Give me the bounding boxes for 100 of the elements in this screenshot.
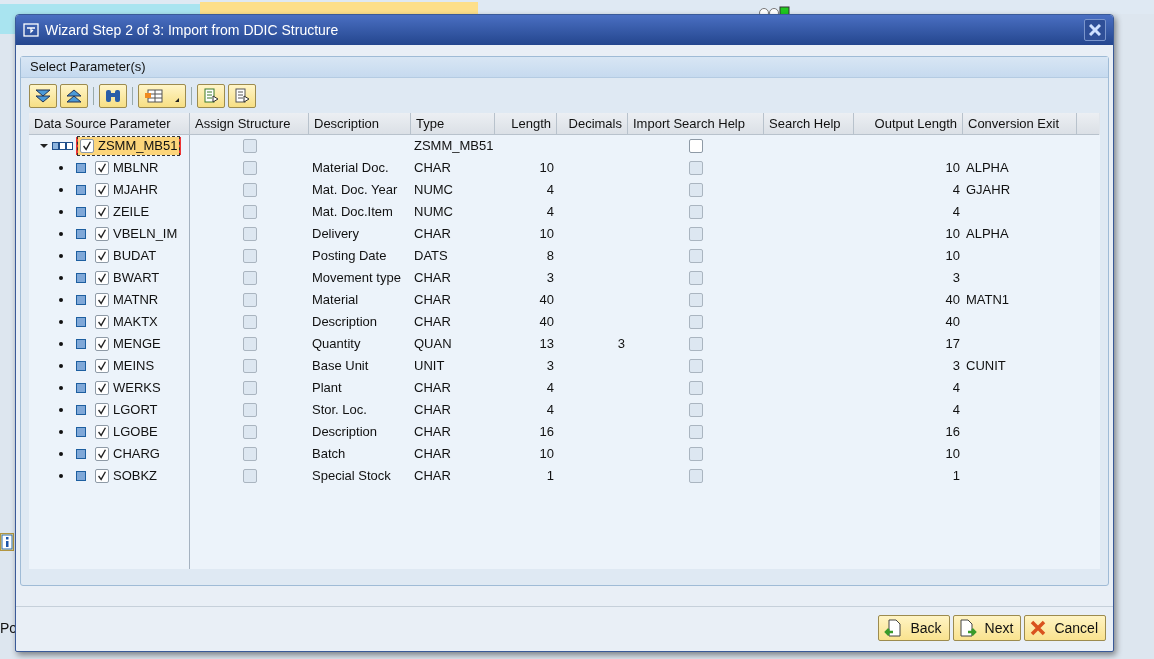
bullet-icon	[59, 342, 63, 346]
tree-node[interactable]: LGORT	[93, 401, 160, 419]
tree-node[interactable]: MENGE	[93, 335, 163, 353]
column-header[interactable]: Import Search Help	[628, 113, 764, 135]
tree-node[interactable]: ZSMM_MB51	[78, 137, 180, 155]
table-cell-text: 40	[538, 291, 555, 309]
layout-menu-button[interactable]	[138, 84, 186, 108]
document-arrow-button[interactable]	[197, 84, 225, 108]
table-cell-text: 3	[951, 357, 961, 375]
table-cell-text: QUAN	[413, 335, 453, 353]
document-right-arrow-icon	[958, 619, 977, 637]
back-button[interactable]: Back	[878, 615, 950, 641]
table-cell-text: CHAR	[413, 269, 452, 287]
table-cell-text: Description	[311, 313, 379, 331]
tree-node[interactable]: MJAHR	[93, 181, 160, 199]
table-cell-text: 4	[951, 401, 961, 419]
column-header[interactable]: Description	[309, 113, 411, 135]
checkbox[interactable]	[80, 139, 94, 153]
tree-node[interactable]: MBLNR	[93, 159, 161, 177]
tree-node[interactable]: ZEILE	[93, 203, 152, 221]
next-button[interactable]: Next	[952, 615, 1022, 641]
field-icon	[76, 361, 86, 371]
bullet-icon	[59, 188, 63, 192]
checkbox[interactable]	[95, 183, 109, 197]
table-cell-text: 10	[538, 445, 555, 463]
document-arrow-icon	[233, 88, 251, 104]
tree-node[interactable]: BWART	[93, 269, 162, 287]
table-cell-text: Mat. Doc.Item	[311, 203, 394, 221]
close-button[interactable]	[1084, 19, 1106, 41]
table-cell-text: GJAHR	[965, 181, 1012, 199]
table-cell-text: CHAR	[413, 159, 452, 177]
expand-all-button[interactable]	[29, 84, 57, 108]
table-cell-text: DATS	[413, 247, 449, 265]
checkbox[interactable]	[95, 205, 109, 219]
table-cell-text: Material Doc.	[311, 159, 390, 177]
find-button[interactable]	[99, 84, 127, 108]
tree-node[interactable]: VBELN_IM	[93, 225, 180, 243]
table-cell-text: CHAR	[413, 467, 452, 485]
checkbox[interactable]	[95, 315, 109, 329]
column-header[interactable]: Length	[495, 113, 557, 135]
tree-node[interactable]: LGOBE	[93, 423, 160, 441]
column-header	[1077, 113, 1099, 135]
checkbox[interactable]	[95, 293, 109, 307]
document-arrow-button[interactable]	[228, 84, 256, 108]
collapse-all-button[interactable]	[60, 84, 88, 108]
checkbox[interactable]	[95, 381, 109, 395]
table-cell-text: ZSMM_MB51	[413, 137, 495, 155]
checkbox[interactable]	[95, 161, 109, 175]
tree-node[interactable]: CHARG	[93, 445, 162, 463]
table-cell-text: 40	[944, 291, 961, 309]
table-cell-text: 3	[545, 357, 555, 375]
table-cell-text: Plant	[311, 379, 343, 397]
tree-node[interactable]: MATNR	[93, 291, 161, 309]
checkbox[interactable]	[95, 337, 109, 351]
tree-node[interactable]: MAKTX	[93, 313, 160, 331]
table-cell-text: Delivery	[311, 225, 360, 243]
checkbox[interactable]	[95, 447, 109, 461]
bullet-icon	[59, 254, 63, 258]
checkbox[interactable]	[95, 425, 109, 439]
tree-node[interactable]: SOBKZ	[93, 467, 160, 485]
close-icon	[1089, 24, 1101, 36]
table-cell-text: Mat. Doc. Year	[311, 181, 399, 199]
table-cell-text: CHAR	[413, 379, 452, 397]
checkbox[interactable]	[689, 139, 703, 153]
bullet-icon	[59, 474, 63, 478]
checkbox[interactable]	[95, 403, 109, 417]
table-cell-text: 4	[545, 379, 555, 397]
tree-node[interactable]: WERKS	[93, 379, 163, 397]
field-icon	[76, 185, 86, 195]
checkbox[interactable]	[95, 359, 109, 373]
table-cell-text: 4	[545, 181, 555, 199]
field-icon	[76, 427, 86, 437]
table-cell-text: UNIT	[413, 357, 446, 375]
column-header[interactable]: Type	[411, 113, 495, 135]
column-header[interactable]: Search Help	[764, 113, 854, 135]
checkbox[interactable]	[95, 249, 109, 263]
checkbox[interactable]	[95, 271, 109, 285]
field-icon	[76, 207, 86, 217]
checkbox[interactable]	[95, 469, 109, 483]
group-title: Select Parameter(s)	[21, 57, 1108, 78]
window-title: Wizard Step 2 of 3: Import from DDIC Structure	[45, 22, 340, 38]
column-header[interactable]: Assign Structure	[190, 113, 309, 135]
cancel-button[interactable]: Cancel	[1024, 615, 1106, 641]
field-icon	[76, 295, 86, 305]
collapse-arrow-icon[interactable]	[40, 142, 48, 150]
column-header[interactable]: Output Length	[854, 113, 963, 135]
column-header[interactable]: Data Source Parameter	[29, 113, 190, 135]
table-cell-text: 1	[545, 467, 555, 485]
field-icon	[76, 163, 86, 173]
bullet-icon	[59, 276, 63, 280]
table-cell-text: 4	[951, 181, 961, 199]
column-header[interactable]: Conversion Exit	[963, 113, 1077, 135]
tree-node[interactable]: MEINS	[93, 357, 157, 375]
checkbox[interactable]	[95, 227, 109, 241]
tree-node[interactable]: BUDAT	[93, 247, 159, 265]
table-cell-text: 10	[944, 159, 961, 177]
field-icon	[76, 383, 86, 393]
column-header[interactable]: Decimals	[557, 113, 628, 135]
table-cell-text: CHAR	[413, 291, 452, 309]
double-up-triangle-icon	[65, 88, 83, 104]
